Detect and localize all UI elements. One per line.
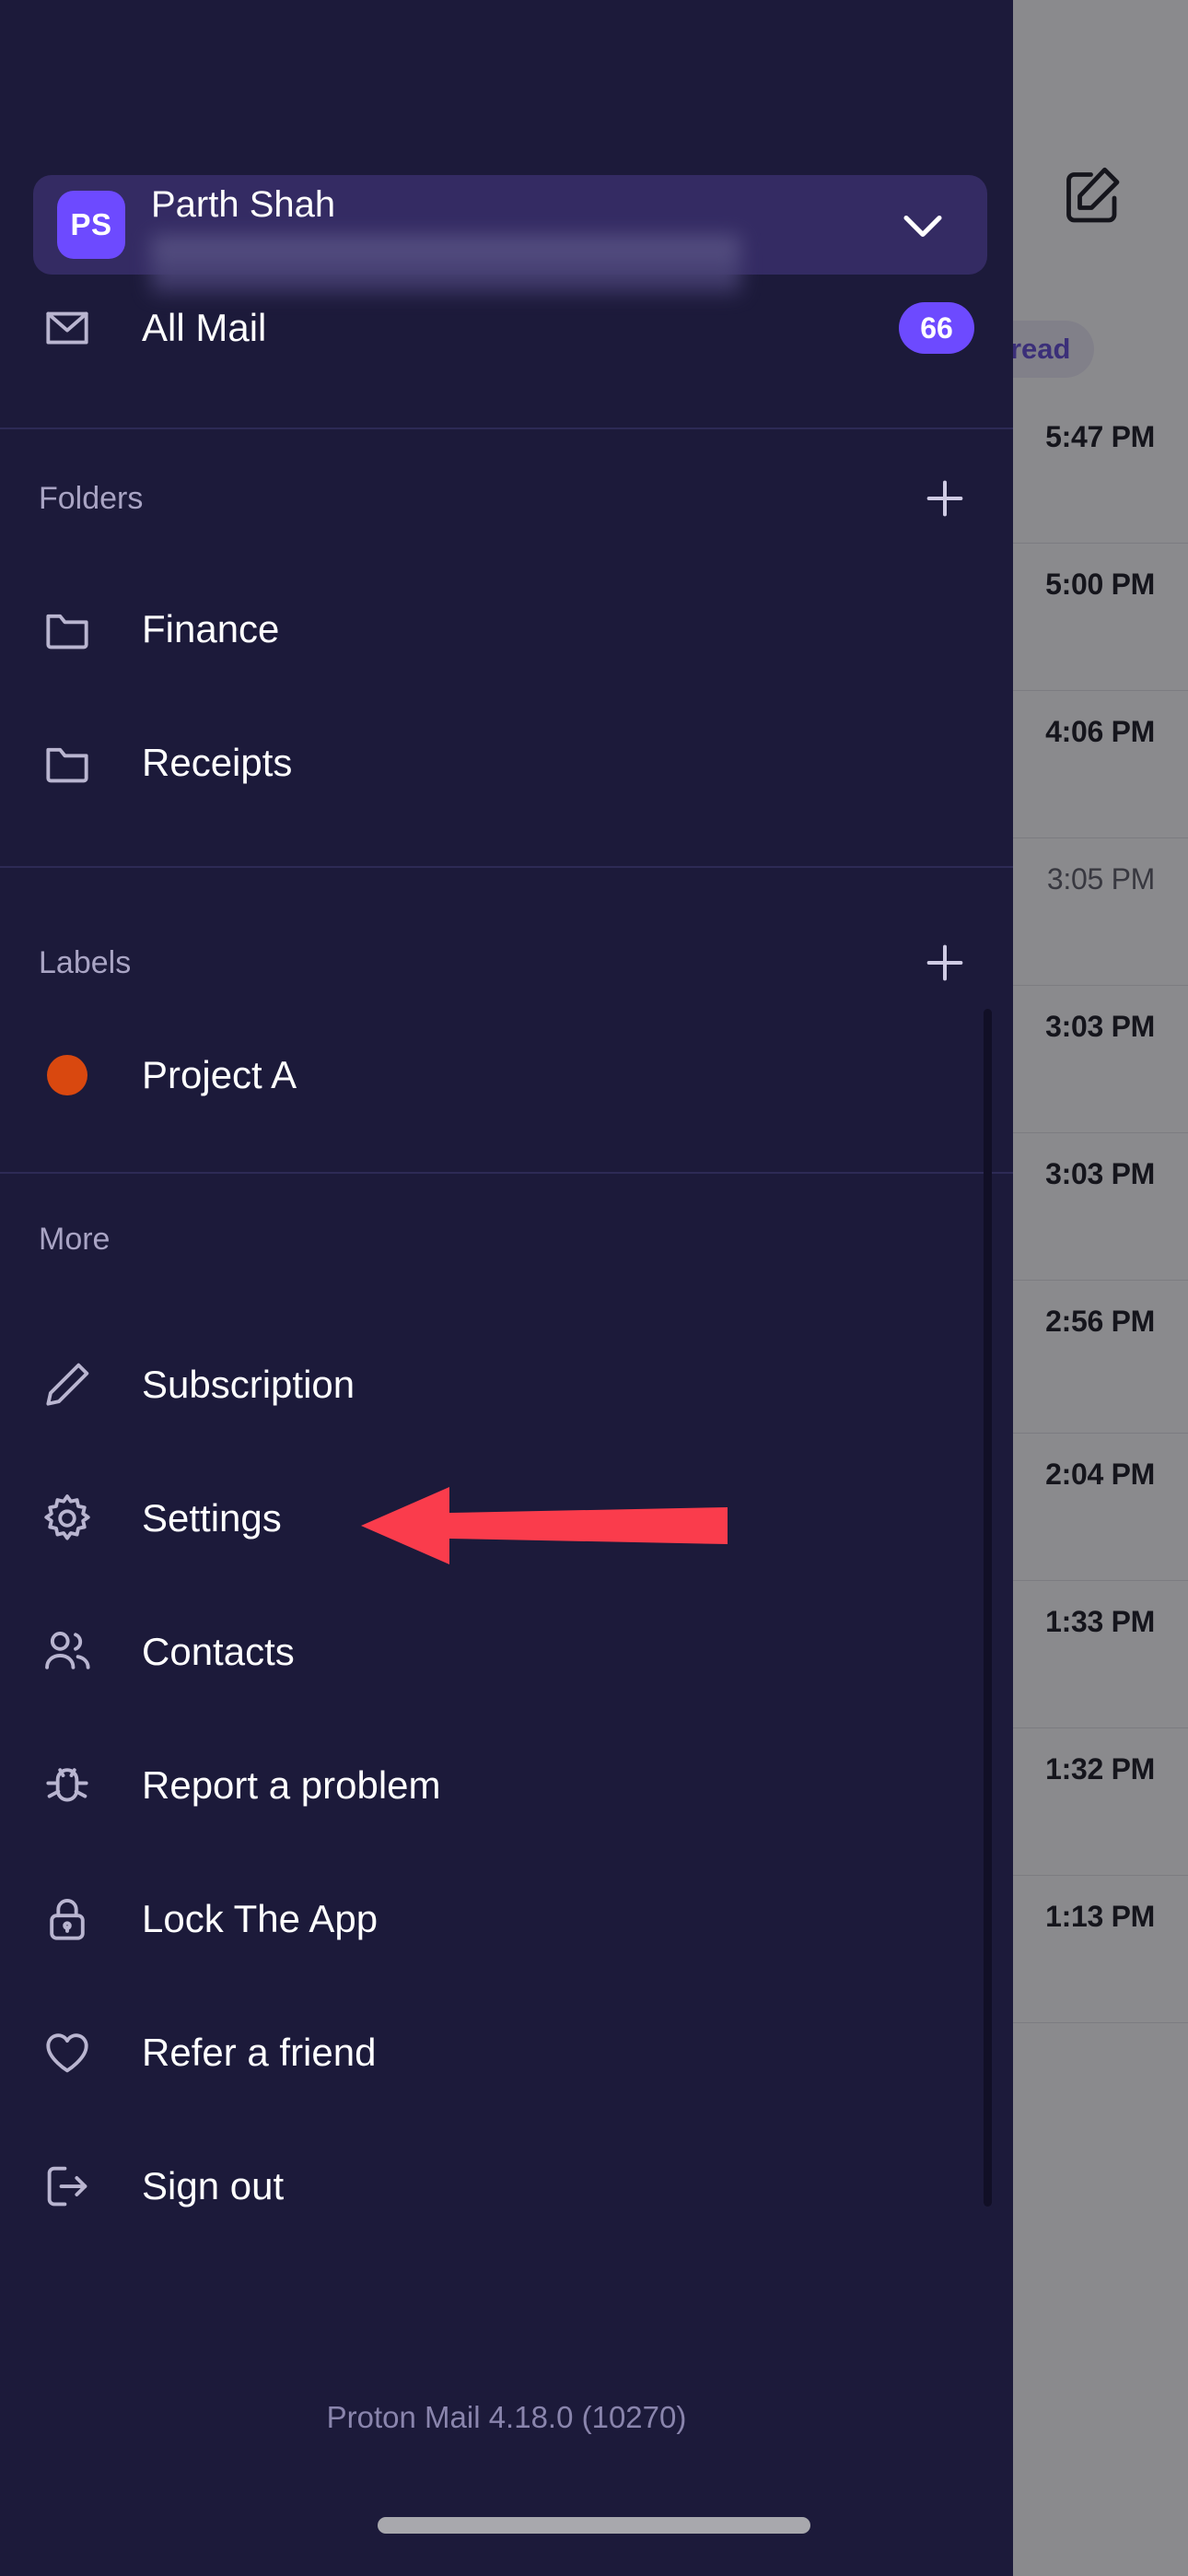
sidebar-item-label: Finance	[142, 607, 280, 650]
sidebar-item-subscription[interactable]: Subscription	[0, 1334, 1013, 1435]
account-text: Parth Shah	[151, 184, 890, 293]
bug-icon	[39, 1757, 96, 1814]
sidebar-item-label: Report a problem	[142, 1763, 441, 1807]
sidebar-item-all-mail[interactable]: All Mail 66	[0, 273, 1013, 383]
divider	[0, 866, 1013, 868]
avatar-initials: PS	[70, 207, 112, 241]
sidebar-item-label: Receipts	[142, 741, 293, 784]
home-indicator	[378, 2517, 810, 2534]
folder-icon	[39, 734, 96, 791]
status-badge: 66	[899, 302, 974, 354]
label-dot-icon	[47, 1055, 87, 1095]
labels-section-header: Labels	[0, 921, 1013, 1004]
chevron-down-icon[interactable]	[890, 192, 956, 258]
sidebar-item-contacts[interactable]: Contacts	[0, 1601, 1013, 1703]
people-icon	[39, 1623, 96, 1680]
sidebar-item-label: Settings	[142, 1496, 282, 1540]
divider	[0, 1172, 1013, 1174]
account-switcher[interactable]: PS Parth Shah	[33, 175, 987, 293]
sidebar-item-project-a[interactable]: Project A	[0, 1025, 1013, 1126]
labels-title: Labels	[39, 944, 132, 980]
sidebar-item-finance[interactable]: Finance	[0, 579, 1013, 680]
sidebar-item-report-a-problem[interactable]: Report a problem	[0, 1735, 1013, 1836]
drawer-scrollbar[interactable]	[984, 1009, 992, 2207]
more-title: More	[39, 1221, 111, 1257]
sidebar-item-receipts[interactable]: Receipts	[0, 712, 1013, 814]
sidebar-item-lock-the-app[interactable]: Lock The App	[0, 1868, 1013, 1970]
navigation-drawer: PS Parth Shah All Mail 66 Folders Financ…	[0, 0, 1013, 2576]
account-name: Parth Shah	[151, 183, 336, 225]
divider	[0, 427, 1013, 429]
phone-screen: 66 unread 5:47 PMdomains5:00 PM 4:06 PM …	[0, 0, 1188, 2576]
sign-out-icon	[39, 2158, 96, 2215]
lock-icon	[39, 1891, 96, 1948]
pencil-icon	[39, 1356, 96, 1413]
all-mail-count: 66	[920, 310, 953, 345]
annotation-arrow	[361, 1481, 728, 1570]
envelope-icon	[39, 299, 96, 357]
gear-icon	[39, 1490, 96, 1547]
sidebar-item-label: Lock The App	[142, 1897, 379, 1940]
sidebar-item-label: Subscription	[142, 1363, 355, 1406]
folders-section-header: Folders	[0, 457, 1013, 540]
avatar: PS	[57, 191, 125, 259]
heart-icon	[39, 2024, 96, 2081]
sidebar-item-sign-out[interactable]: Sign out	[0, 2136, 1013, 2237]
sidebar-item-label: Sign out	[142, 2164, 285, 2207]
sidebar-item-label: Contacts	[142, 1630, 295, 1673]
sidebar-item-label: Refer a friend	[142, 2031, 377, 2074]
app-version-label: Proton Mail 4.18.0 (10270)	[326, 2400, 687, 2434]
sidebar-item-refer-a-friend[interactable]: Refer a friend	[0, 2002, 1013, 2103]
plus-icon[interactable]	[915, 469, 974, 528]
sidebar-item-label: Project A	[142, 1053, 297, 1096]
folder-icon	[39, 601, 96, 658]
sidebar-item-label: All Mail	[142, 306, 267, 349]
plus-icon[interactable]	[915, 933, 974, 992]
more-section-header: More	[0, 1198, 1013, 1281]
folders-title: Folders	[39, 480, 144, 516]
